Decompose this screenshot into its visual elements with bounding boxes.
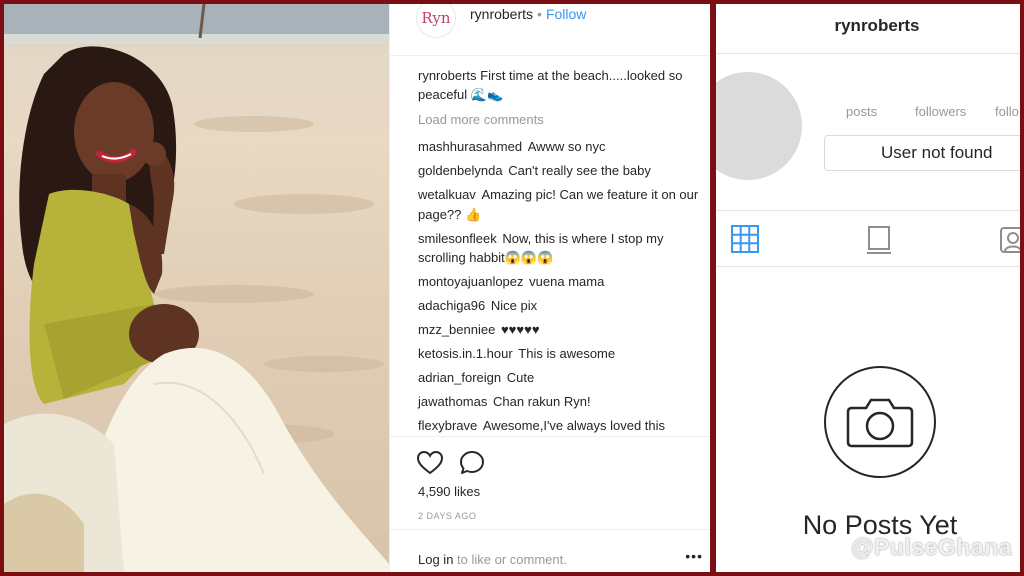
comment-text: vuena mama <box>529 274 605 289</box>
post-header-user: rynroberts • Follow <box>470 6 586 22</box>
stat-followers[interactable]: followers <box>915 104 966 119</box>
likes-count[interactable]: 4,590 likes <box>418 484 480 499</box>
comment-item: wetalkuav Amazing pic! Can we feature it… <box>418 185 703 224</box>
profile-username-title: rynroberts <box>834 16 920 35</box>
camera-icon <box>824 366 936 478</box>
login-prompt: Log in to like or comment. <box>418 552 567 567</box>
comment-username[interactable]: adachiga96 <box>418 298 485 313</box>
comment-item: montoyajuanlopez vuena mama <box>418 272 703 292</box>
header-divider <box>716 53 1020 54</box>
load-more-comments-link[interactable]: Load more comments <box>418 112 544 127</box>
comment-item: adachiga96 Nice pix <box>418 296 703 316</box>
avatar-logo-text: Ryn <box>421 9 451 27</box>
tagged-icon[interactable] <box>998 223 1020 255</box>
comment-text: Awesome,I've always loved this <box>482 418 666 433</box>
login-prompt-text: to like or comment. <box>453 552 567 567</box>
comment-item: adrian_foreign Cute <box>418 368 703 388</box>
profile-panel: rynroberts posts followers follo User no… <box>716 4 1020 572</box>
post-actions: 4,590 likes 2 DAYS AGO Log in to like or… <box>390 436 711 572</box>
comment-text: ♥♥♥♥♥ <box>500 322 540 337</box>
profile-tabs <box>716 211 1020 267</box>
comment-text: This is awesome <box>518 346 616 361</box>
comment-text: Awww so nyc <box>527 139 606 154</box>
comment-text: Nice pix <box>490 298 538 313</box>
comment-panel: Ryn rynroberts • Follow rynroberts First t… <box>389 4 711 572</box>
comment-username[interactable]: mashhurasahmed <box>418 139 522 154</box>
login-link[interactable]: Log in <box>418 552 453 567</box>
post-caption: rynroberts First time at the beach.....l… <box>418 66 698 104</box>
tabs-divider-bottom <box>716 266 1020 267</box>
grid-icon[interactable] <box>730 223 760 255</box>
comment-text: Can't really see the baby <box>508 163 651 178</box>
comment-username[interactable]: montoyajuanlopez <box>418 274 524 289</box>
comment-item: jawathomas Chan rakun Ryn! <box>418 392 703 412</box>
post-username-link[interactable]: rynroberts <box>470 6 533 22</box>
caption-username[interactable]: rynroberts <box>418 68 477 83</box>
post-photo <box>4 4 389 572</box>
post-time-ago: 2 DAYS AGO <box>418 511 477 521</box>
list-icon[interactable] <box>864 223 894 255</box>
comment-username[interactable]: jawathomas <box>418 394 487 409</box>
comment-item: flexybrave Awesome,I've always loved thi… <box>418 416 703 436</box>
comment-list: mashhurasahmed Awww so nyc goldenbelynda … <box>418 137 703 440</box>
comment-item: smilesonfleek Now, this is where I stop … <box>418 229 703 268</box>
more-options-button[interactable]: ••• <box>685 548 703 564</box>
login-row: Log in to like or comment. ••• <box>390 529 711 572</box>
user-avatar[interactable]: Ryn <box>416 4 456 38</box>
comment-item: mashhurasahmed Awww so nyc <box>418 137 703 157</box>
comment-username[interactable]: smilesonfleek <box>418 231 497 246</box>
comment-text: Cute <box>506 370 535 385</box>
follow-button[interactable]: Follow <box>546 6 586 22</box>
post-header: Ryn rynroberts • Follow <box>390 4 711 56</box>
comment-icon[interactable] <box>458 449 486 477</box>
comment-item: ketosis.in.1.hour This is awesome <box>418 344 703 364</box>
comment-item: goldenbelynda Can't really see the baby <box>418 161 703 181</box>
stat-posts: posts <box>846 104 878 119</box>
profile-avatar <box>716 72 802 180</box>
stat-following[interactable]: follo <box>995 104 1019 119</box>
comment-username[interactable]: goldenbelynda <box>418 163 503 178</box>
comment-text: Chan rakun Ryn! <box>493 394 591 409</box>
watermark: @PulseGhana <box>851 534 1012 560</box>
screenshot-frame: Ryn rynroberts • Follow rynroberts First t… <box>4 4 1020 572</box>
comment-username[interactable]: flexybrave <box>418 418 477 433</box>
comment-username[interactable]: ketosis.in.1.hour <box>418 346 513 361</box>
heart-icon[interactable] <box>416 449 444 477</box>
header-separator: • <box>537 6 542 22</box>
user-not-found-button: User not found <box>824 135 1020 171</box>
comment-item: mzz_benniee ♥♥♥♥♥ <box>418 320 703 340</box>
comment-username[interactable]: mzz_benniee <box>418 322 495 337</box>
comment-username[interactable]: adrian_foreign <box>418 370 501 385</box>
comment-username[interactable]: wetalkuav <box>418 187 476 202</box>
